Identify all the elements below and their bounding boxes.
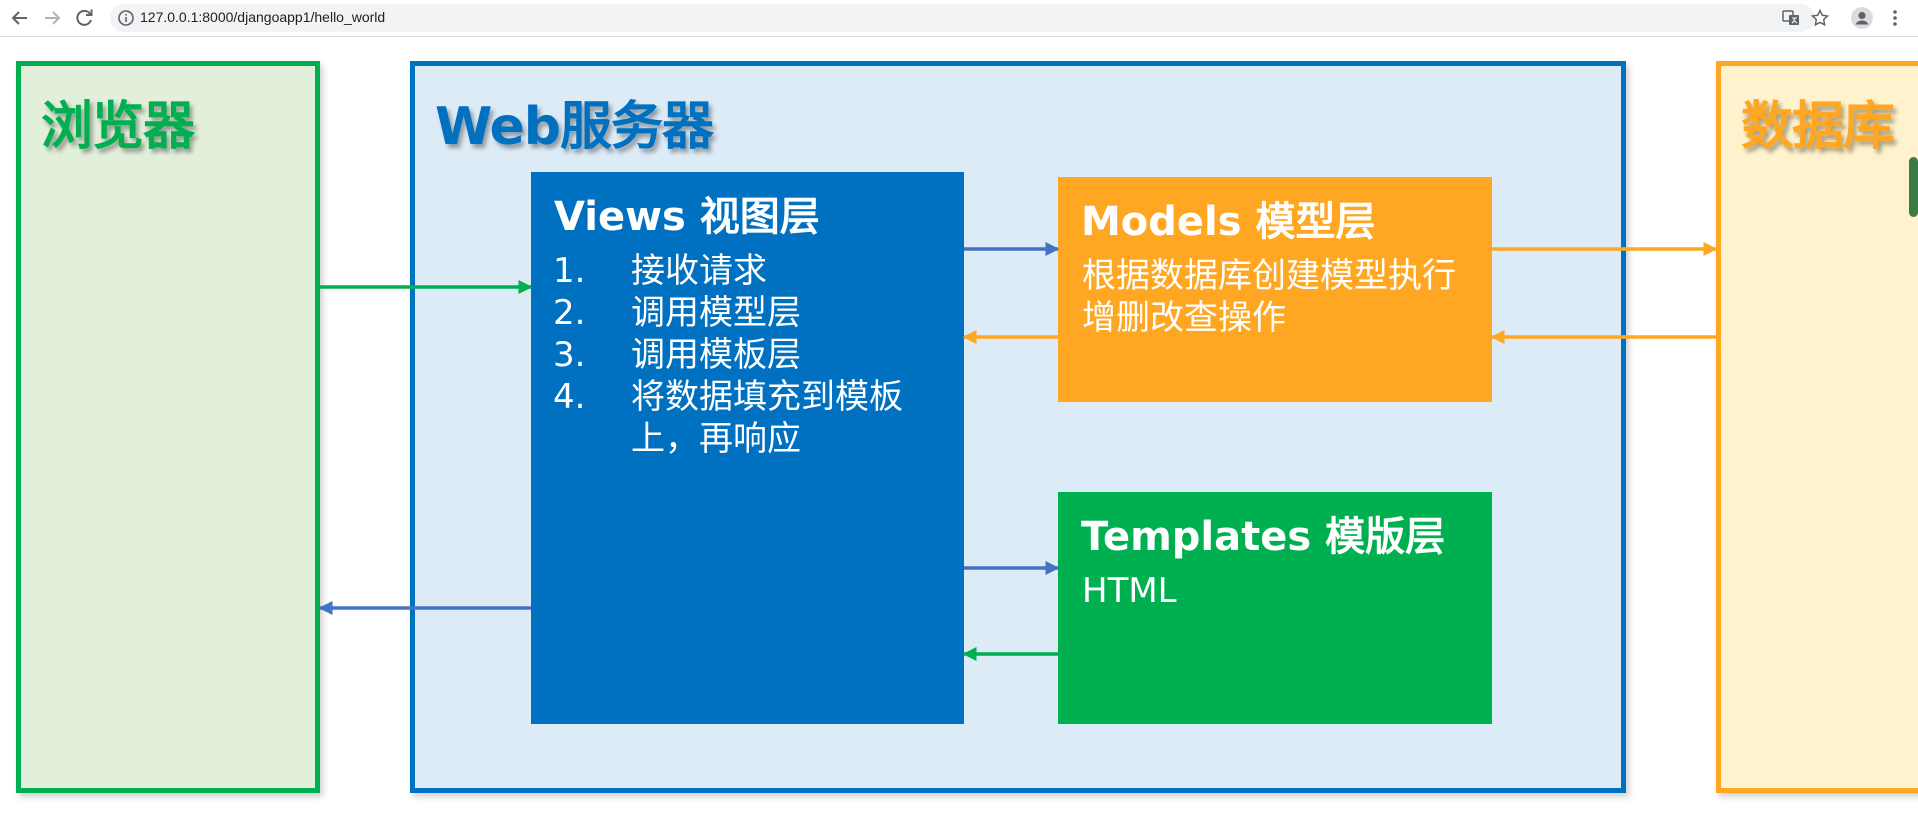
- models-layer-box: Models 模型层 根据数据库创建模型执行增删改查操作: [1058, 177, 1492, 402]
- step-number: 2.: [553, 293, 586, 333]
- views-step: 1. 接收请求: [553, 250, 944, 292]
- menu-icon[interactable]: [1885, 7, 1905, 29]
- step-text: 调用模板层: [631, 335, 801, 375]
- database-panel-title: 数据库: [1741, 97, 1895, 157]
- diagram-canvas: 浏览器 Web服务器 数据库 Views 视图层 1. 接收请求 2. 调用模型层 …: [0, 37, 1918, 829]
- step-text: 调用模型层: [631, 293, 801, 333]
- views-layer-box: Views 视图层 1. 接收请求 2. 调用模型层 3. 调用模板层 4. 将数据填充…: [531, 172, 964, 724]
- views-step: 4. 将数据填充到模板上，再响应: [553, 376, 944, 460]
- avatar-icon[interactable]: [1851, 7, 1873, 29]
- browser-panel-title: 浏览器: [41, 97, 195, 157]
- back-icon[interactable]: [8, 6, 32, 30]
- templates-layer-title: Templates 模版层: [1081, 514, 1446, 560]
- scrollbar-thumb[interactable]: [1909, 157, 1918, 217]
- reload-icon[interactable]: [72, 6, 96, 30]
- browser-panel: 浏览器: [16, 61, 320, 793]
- step-number: 3.: [553, 335, 586, 375]
- step-number: 1.: [553, 251, 586, 291]
- step-number: 4.: [553, 377, 586, 417]
- browser-toolbar: 127.0.0.1:8000/djangoapp1/hello_world: [0, 0, 1918, 37]
- url-text[interactable]: 127.0.0.1:8000/djangoapp1/hello_world: [140, 9, 385, 25]
- views-steps-list: 1. 接收请求 2. 调用模型层 3. 调用模板层 4. 将数据填充到模板上，再响应: [553, 250, 944, 460]
- step-text: 将数据填充到模板上，再响应: [631, 377, 903, 459]
- models-layer-title: Models 模型层: [1081, 199, 1376, 245]
- views-layer-title: Views 视图层: [554, 194, 820, 240]
- address-bar[interactable]: 127.0.0.1:8000/djangoapp1/hello_world: [110, 4, 1830, 32]
- templates-layer-box: Templates 模版层 HTML: [1058, 492, 1492, 724]
- info-icon[interactable]: [116, 8, 136, 28]
- templates-layer-description: HTML: [1082, 571, 1177, 611]
- views-step: 2. 调用模型层: [553, 292, 944, 334]
- translate-icon[interactable]: [1781, 8, 1801, 28]
- forward-icon[interactable]: [40, 6, 64, 30]
- step-text: 接收请求: [631, 251, 767, 291]
- star-icon[interactable]: [1810, 8, 1830, 28]
- web-server-panel-title: Web服务器: [435, 97, 714, 157]
- views-step: 3. 调用模板层: [553, 334, 944, 376]
- models-layer-description: 根据数据库创建模型执行增删改查操作: [1082, 256, 1456, 338]
- database-panel: 数据库: [1716, 61, 1918, 793]
